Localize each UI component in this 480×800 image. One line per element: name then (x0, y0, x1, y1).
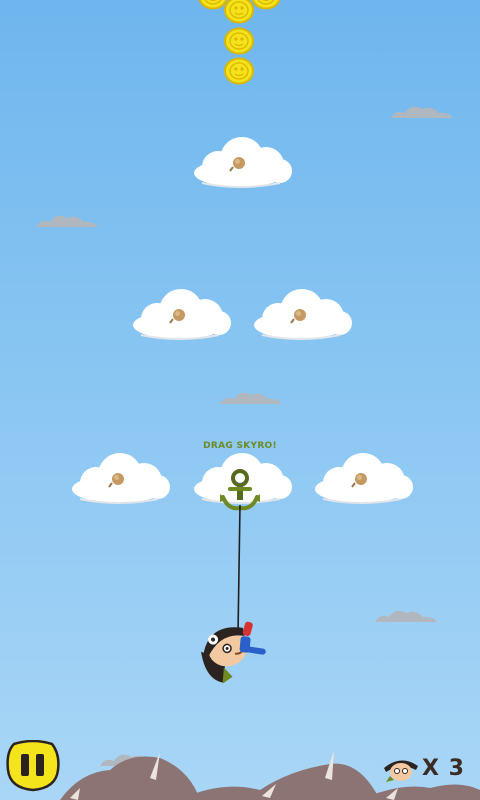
pirate-head-icon (384, 760, 418, 782)
pause-icon (6, 739, 60, 792)
cloud-platform[interactable] (193, 136, 293, 188)
coin (251, 0, 281, 10)
coin (198, 0, 228, 10)
lives-counter: X 3 (382, 752, 480, 788)
background-cloud (220, 392, 282, 404)
drag-hint-text: DRAG SKYRO! (203, 441, 277, 451)
pause-button[interactable] (6, 739, 60, 792)
coin (224, 0, 254, 24)
pirate-character[interactable] (194, 616, 271, 687)
background-cloud (391, 106, 453, 118)
cloud-platform[interactable] (132, 288, 232, 340)
cloud-platform[interactable] (71, 452, 171, 504)
lives-count: X 3 (422, 756, 465, 781)
game-scene (36, 0, 480, 800)
coins (198, 0, 281, 85)
cloud-platform[interactable] (314, 452, 414, 504)
background-cloud (36, 215, 98, 227)
background-cloud (375, 610, 437, 622)
coin (224, 57, 254, 85)
coin (224, 27, 254, 55)
cloud-platform[interactable] (253, 288, 353, 340)
rope (237, 504, 241, 635)
background-clouds (36, 106, 453, 766)
